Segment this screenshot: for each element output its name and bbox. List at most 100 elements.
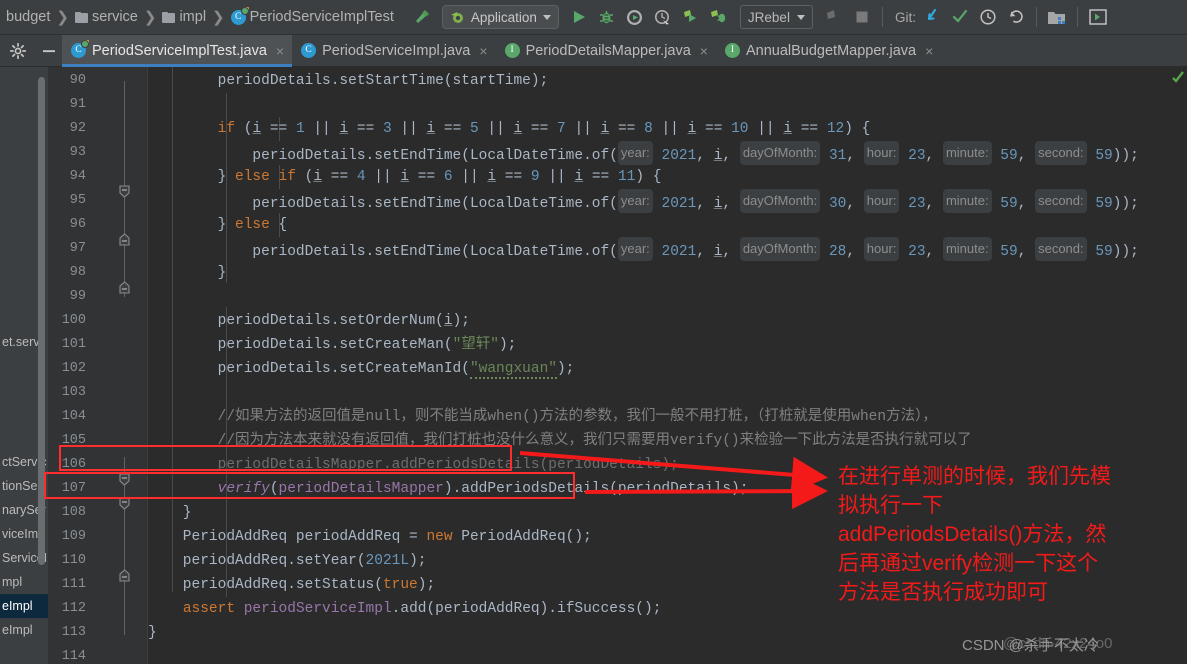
run-config-icon [450,12,463,23]
code-token: i [252,121,262,137]
code-token: 2021 [661,196,697,212]
code-line[interactable]: periodDetails.setCreateManId("wangxuan")… [148,357,574,381]
breadcrumb-item-budget[interactable]: budget [0,9,53,25]
inspection-status-icon[interactable] [1171,70,1185,88]
code-token: 23 [908,148,926,164]
code-line[interactable]: } [148,501,192,525]
stop-button[interactable] [849,4,875,30]
code-line[interactable]: //如果方法的返回值是null，则不能当成when()方法的参数，我们一般不用打… [148,405,937,429]
open-preview-button[interactable] [1085,4,1111,30]
code-token: i [443,313,453,329]
breadcrumb-separator: ❯ [56,9,69,26]
debug-button[interactable] [594,4,620,30]
code-token: )); [1112,244,1139,260]
fold-marker[interactable] [118,569,131,582]
code-line[interactable]: periodDetails.setOrderNum(i); [148,309,470,333]
code-token: , [1017,196,1036,212]
code-token: 31 [828,148,847,164]
project-structure-button[interactable] [1044,4,1070,30]
project-tree-row[interactable]: mpl [0,570,48,594]
code-line[interactable]: periodAddReq.setYear(2021L); [148,549,427,573]
settings-button[interactable] [5,38,30,64]
tab-period-service-impl[interactable]: C PeriodServiceImpl.java × [292,35,495,67]
line-number: 95 [69,193,86,208]
code-token: PeriodAddReq(); [452,529,592,545]
project-scrollbar[interactable] [38,77,45,565]
fold-marker[interactable] [118,233,131,246]
build-button[interactable] [409,4,435,30]
parameter-hint: minute: [942,189,992,213]
csdn-watermark-overlap: @csdn-42x24o0 [1003,635,1113,652]
code-token: i [574,169,584,185]
line-number: 103 [61,385,86,400]
run-button[interactable] [566,4,592,30]
code-token: i [339,121,349,137]
code-line[interactable]: assert periodServiceImpl.add(periodAddRe… [148,597,662,621]
code-line[interactable]: //因为方法本来就没有返回值，我们打桩也没什么意义，我们只需要用verify()… [148,429,972,453]
code-token: == [792,121,827,137]
editor-gutter[interactable]: 90 91 92 93 94 95 96 97 98 99 100 101 102 103 104 105 10… [48,67,148,664]
run-configuration-selector[interactable]: Application [441,5,559,29]
tab-period-details-mapper[interactable]: I PeriodDetailsMapper.java × [496,35,716,67]
code-line[interactable]: PeriodAddReq periodAddReq = new PeriodAd… [148,525,592,549]
close-icon[interactable]: × [700,43,708,59]
code-line[interactable]: verify(periodDetailsMapper).addPeriodsDe… [148,477,749,501]
fold-marker[interactable] [118,281,131,294]
tab-annual-budget-mapper[interactable]: I AnnualBudgetMapper.java × [716,35,941,67]
fold-marker[interactable] [118,497,131,510]
code-line[interactable]: periodAddReq.setStatus(true); [148,573,435,597]
code-line[interactable]: periodDetails.setStartTime(startTime); [148,69,549,93]
code-line[interactable]: periodDetails.setEndTime(LocalDateTime.o… [148,237,1139,261]
code-token: { [269,217,288,233]
breadcrumb-item-impl[interactable]: impl [159,9,209,25]
parameter-hint: dayOfMonth: [739,141,821,165]
code-token: 28 [828,244,847,260]
close-icon[interactable]: × [276,43,284,59]
git-history-button[interactable] [975,4,1001,30]
code-line[interactable]: } [148,261,227,285]
project-tool-window[interactable]: et.servi ctServic tionSer narySer viceImp Ser… [0,67,48,664]
git-commit-button[interactable] [947,4,973,30]
tab-period-service-impl-test[interactable]: C PeriodServiceImplTest.java × [62,34,293,67]
fold-marker[interactable] [118,473,131,486]
minimize-icon [42,49,55,52]
rerun-button[interactable] [678,4,704,30]
git-rollback-button[interactable] [1003,4,1029,30]
code-token: 23 [908,196,926,212]
close-icon[interactable]: × [925,43,933,59]
code-line[interactable]: } else { [148,213,288,237]
git-update-button[interactable] [919,4,945,30]
code-token: 9 [530,169,540,185]
code-line[interactable]: periodDetails.setEndTime(LocalDateTime.o… [148,141,1139,165]
code-line[interactable]: periodDetailsMapper.addPeriodsDetails(pe… [148,453,679,477]
jrebel-selector[interactable]: JRebel [739,5,813,29]
project-tree-row[interactable]: eImpl [0,594,48,618]
code-token: 3 [382,121,392,137]
code-token: ); [498,337,517,353]
commit-checkmark-icon [952,9,968,23]
breadcrumb-label: impl [179,9,207,25]
attach-debugger-button[interactable] [706,4,732,30]
code-line[interactable]: } else if (i == 4 || i == 6 || i == 9 ||… [148,165,662,189]
profiler-button[interactable] [650,4,676,30]
attach-button[interactable] [821,4,847,30]
code-line[interactable]: periodDetails.setCreateMan("望轩"); [148,333,517,357]
project-tree-row[interactable]: eImpl [0,618,48,642]
code-token: ); [409,553,427,569]
minimize-button[interactable] [36,38,61,64]
close-icon[interactable]: × [479,43,487,59]
parameter-hint: year: [617,237,653,261]
code-line[interactable]: periodDetails.setEndTime(LocalDateTime.o… [148,189,1139,213]
breadcrumb-item-service[interactable]: service [72,9,141,25]
project-tree-row-label: et.servi [2,335,43,349]
code-line[interactable]: if (i == 1 || i == 3 || i == 5 || i == 7… [148,117,871,141]
run-with-coverage-button[interactable] [622,4,648,30]
code-line[interactable]: } [148,621,157,645]
fold-marker[interactable] [118,185,131,198]
toolbar-divider [1035,7,1037,27]
attach-icon [826,10,835,19]
code-token: periodDetails.setOrderNum( [148,313,444,329]
breadcrumb-item-class[interactable]: C PeriodServiceImplTest [228,6,397,25]
code-token: || [391,121,427,137]
